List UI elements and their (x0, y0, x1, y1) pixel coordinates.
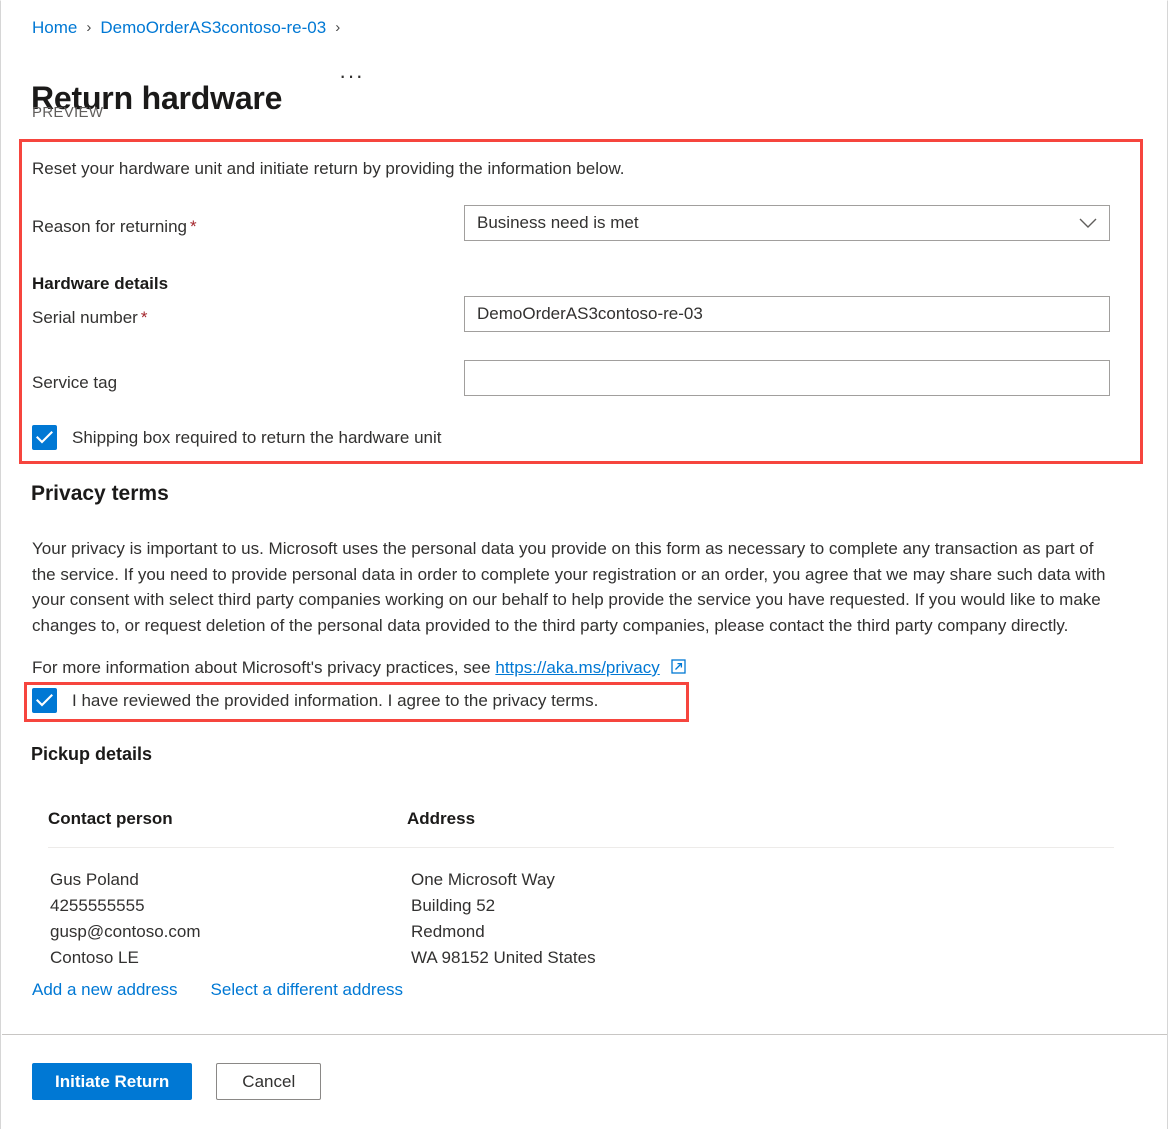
reason-dropdown-value: Business need is met (477, 213, 639, 232)
privacy-agree-checkbox[interactable]: I have reviewed the provided information… (32, 688, 598, 713)
hardware-details-heading: Hardware details (32, 274, 169, 293)
service-tag-label: Service tag (32, 373, 118, 392)
preview-badge: PREVIEW (32, 104, 104, 121)
pickup-details-heading: Pickup details (31, 744, 153, 764)
breadcrumb-separator-icon-2: › (335, 19, 341, 36)
table-row: Gus Poland 4255555555 gusp@contoso.com C… (48, 848, 1114, 971)
privacy-terms-paragraph: Your privacy is important to us. Microso… (32, 539, 1106, 635)
footer-actions: Initiate Return Cancel (32, 1063, 322, 1100)
privacy-more-info-line: For more information about Microsoft's p… (32, 656, 686, 680)
table-header-row: Contact person Address (48, 807, 1114, 848)
select-different-address-link[interactable]: Select a different address (211, 978, 403, 1001)
footer-divider (2, 1034, 1167, 1035)
contact-name: Gus Poland (50, 870, 139, 889)
checkbox-checked-icon (32, 425, 57, 450)
privacy-policy-link[interactable]: https://aka.ms/privacy (495, 658, 659, 677)
return-hardware-page: Home › DemoOrderAS3contoso-re-03 › Retur… (0, 0, 1168, 1129)
breadcrumb-item-order[interactable]: DemoOrderAS3contoso-re-03 (100, 17, 326, 39)
checkbox-checked-icon (32, 688, 57, 713)
address-building: Building 52 (411, 896, 496, 915)
contact-phone: 4255555555 (50, 896, 145, 915)
privacy-terms-heading: Privacy terms (31, 482, 169, 505)
serial-number-label-text: Serial number (32, 308, 138, 327)
column-header-address: Address (407, 809, 476, 828)
reason-label-text: Reason for returning (32, 217, 187, 236)
form-intro-text: Reset your hardware unit and initiate re… (32, 159, 625, 178)
reason-required-marker: * (189, 217, 197, 236)
address-actions: Add a new address Select a different add… (32, 978, 403, 1001)
service-tag-input[interactable] (464, 360, 1110, 396)
breadcrumb-item-home[interactable]: Home (32, 17, 77, 39)
add-new-address-link[interactable]: Add a new address (32, 978, 178, 1001)
shipping-box-checkbox-label: Shipping box required to return the hard… (72, 428, 442, 447)
reason-dropdown[interactable]: Business need is met (464, 205, 1110, 241)
serial-number-label: Serial number * (32, 306, 147, 329)
cancel-button[interactable]: Cancel (216, 1063, 322, 1100)
shipping-box-checkbox[interactable]: Shipping box required to return the hard… (32, 425, 442, 450)
external-link-icon[interactable] (670, 657, 686, 680)
serial-number-value: DemoOrderAS3contoso-re-03 (477, 304, 703, 323)
breadcrumb: Home › DemoOrderAS3contoso-re-03 › (32, 17, 349, 39)
breadcrumb-separator-icon: › (86, 19, 92, 36)
address-region: WA 98152 United States (411, 948, 596, 967)
contact-company: Contoso LE (50, 948, 139, 967)
more-actions-icon[interactable]: ··· (339, 64, 364, 88)
address-street: One Microsoft Way (411, 870, 555, 889)
pickup-details-table: Contact person Address Gus Poland 425555… (48, 807, 1114, 971)
contact-email: gusp@contoso.com (50, 922, 201, 941)
serial-number-input[interactable]: DemoOrderAS3contoso-re-03 (464, 296, 1110, 332)
serial-number-required-marker: * (140, 308, 148, 327)
reason-label: Reason for returning * (32, 215, 197, 238)
privacy-more-info-text: For more information about Microsoft's p… (32, 658, 491, 677)
privacy-agree-checkbox-label: I have reviewed the provided information… (72, 691, 599, 710)
address-city: Redmond (411, 922, 485, 941)
column-header-contact-person: Contact person (48, 809, 173, 828)
initiate-return-button[interactable]: Initiate Return (32, 1063, 193, 1100)
address-cell: One Microsoft Way Building 52 Redmond WA… (409, 867, 1114, 971)
chevron-down-icon[interactable] (1079, 206, 1097, 240)
contact-person-cell: Gus Poland 4255555555 gusp@contoso.com C… (48, 867, 409, 971)
